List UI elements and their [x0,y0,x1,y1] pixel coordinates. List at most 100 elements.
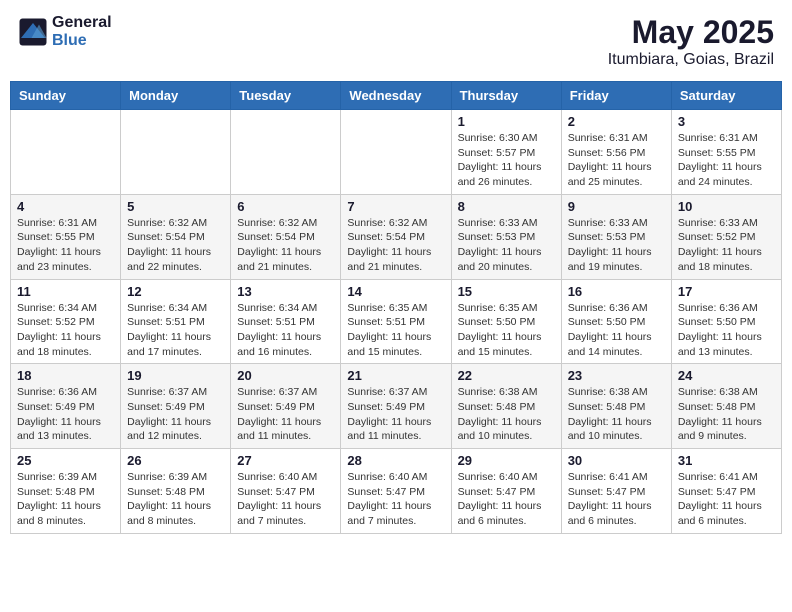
col-thursday: Thursday [451,82,561,110]
table-row: 28 Sunrise: 6:40 AM Sunset: 5:47 PM Dayli… [341,449,451,534]
day-info: Sunrise: 6:39 AM Sunset: 5:48 PM Dayligh… [127,470,224,529]
table-row: 22Sunrise: 6:38 AM Sunset: 5:48 PM Dayli… [451,364,561,449]
day-number: 2 [568,114,665,129]
day-info: Sunrise: 6:31 AM Sunset: 5:56 PM Dayligh… [568,131,665,190]
day-number: 19 [127,368,224,383]
day-info: Sunrise: 6:35 AM Sunset: 5:50 PM Dayligh… [458,301,555,360]
table-row: 30 Sunrise: 6:41 AM Sunset: 5:47 PM Dayli… [561,449,671,534]
day-info: Sunrise: 6:37 AM Sunset: 5:49 PM Dayligh… [347,385,444,444]
day-info: Sunrise: 6:38 AM Sunset: 5:48 PM Dayligh… [568,385,665,444]
col-tuesday: Tuesday [231,82,341,110]
day-number: 16 [568,284,665,299]
day-info: Sunrise: 6:41 AM Sunset: 5:47 PM Dayligh… [678,470,775,529]
day-number: 21 [347,368,444,383]
table-row: 18 Sunrise: 6:36 AM Sunset: 5:49 PM Dayli… [11,364,121,449]
day-number: 4 [17,199,114,214]
week-row-4: 18 Sunrise: 6:36 AM Sunset: 5:49 PM Dayli… [11,364,782,449]
table-row: 27 Sunrise: 6:40 AM Sunset: 5:47 PM Dayli… [231,449,341,534]
day-info: Sunrise: 6:33 AM Sunset: 5:52 PM Dayligh… [678,216,775,275]
col-wednesday: Wednesday [341,82,451,110]
day-info: Sunrise: 6:32 AM Sunset: 5:54 PM Dayligh… [237,216,334,275]
day-number: 23 [568,368,665,383]
day-number: 25 [17,453,114,468]
table-row: 7Sunrise: 6:32 AM Sunset: 5:54 PM Daylig… [341,194,451,279]
table-row: 15Sunrise: 6:35 AM Sunset: 5:50 PM Dayli… [451,279,561,364]
day-info: Sunrise: 6:31 AM Sunset: 5:55 PM Dayligh… [17,216,114,275]
day-number: 18 [17,368,114,383]
day-info: Sunrise: 6:36 AM Sunset: 5:50 PM Dayligh… [568,301,665,360]
day-number: 29 [458,453,555,468]
col-saturday: Saturday [671,82,781,110]
day-number: 9 [568,199,665,214]
day-info: Sunrise: 6:40 AM Sunset: 5:47 PM Dayligh… [347,470,444,529]
page-header: General Blue May 2025 Itumbiara, Goias, … [10,10,782,73]
table-row: 20 Sunrise: 6:37 AM Sunset: 5:49 PM Dayli… [231,364,341,449]
day-info: Sunrise: 6:41 AM Sunset: 5:47 PM Dayligh… [568,470,665,529]
day-number: 14 [347,284,444,299]
logo-icon [18,17,48,47]
table-row: 17 Sunrise: 6:36 AM Sunset: 5:50 PM Dayli… [671,279,781,364]
table-row: 23 Sunrise: 6:38 AM Sunset: 5:48 PM Dayli… [561,364,671,449]
day-info: Sunrise: 6:37 AM Sunset: 5:49 PM Dayligh… [237,385,334,444]
table-row: 31 Sunrise: 6:41 AM Sunset: 5:47 PM Dayli… [671,449,781,534]
day-info: Sunrise: 6:39 AM Sunset: 5:48 PM Dayligh… [17,470,114,529]
week-row-2: 4 Sunrise: 6:31 AM Sunset: 5:55 PM Daylig… [11,194,782,279]
table-row: 11 Sunrise: 6:34 AM Sunset: 5:52 PM Dayli… [11,279,121,364]
day-number: 20 [237,368,334,383]
day-number: 27 [237,453,334,468]
table-row: 1 Sunrise: 6:30 AM Sunset: 5:57 PM Daylig… [451,110,561,195]
table-row: 12 Sunrise: 6:34 AM Sunset: 5:51 PM Dayli… [121,279,231,364]
day-number: 28 [347,453,444,468]
table-row: 29 Sunrise: 6:40 AM Sunset: 5:47 PM Dayli… [451,449,561,534]
col-sunday: Sunday [11,82,121,110]
day-number: 1 [458,114,555,129]
day-info: Sunrise: 6:40 AM Sunset: 5:47 PM Dayligh… [237,470,334,529]
table-row: 16 Sunrise: 6:36 AM Sunset: 5:50 PM Dayli… [561,279,671,364]
day-info: Sunrise: 6:31 AM Sunset: 5:55 PM Dayligh… [678,131,775,190]
table-row [11,110,121,195]
table-row [231,110,341,195]
day-info: Sunrise: 6:36 AM Sunset: 5:50 PM Dayligh… [678,301,775,360]
day-info: Sunrise: 6:35 AM Sunset: 5:51 PM Dayligh… [347,301,444,360]
day-number: 7 [347,199,444,214]
col-friday: Friday [561,82,671,110]
table-row: 21 Sunrise: 6:37 AM Sunset: 5:49 PM Dayli… [341,364,451,449]
table-row: 8Sunrise: 6:33 AM Sunset: 5:53 PM Daylig… [451,194,561,279]
table-row: 24Sunrise: 6:38 AM Sunset: 5:48 PM Dayli… [671,364,781,449]
day-info: Sunrise: 6:34 AM Sunset: 5:52 PM Dayligh… [17,301,114,360]
day-number: 26 [127,453,224,468]
table-row: 25 Sunrise: 6:39 AM Sunset: 5:48 PM Dayli… [11,449,121,534]
calendar-header-row: Sunday Monday Tuesday Wednesday Thursday… [11,82,782,110]
table-row: 2 Sunrise: 6:31 AM Sunset: 5:56 PM Daylig… [561,110,671,195]
day-number: 31 [678,453,775,468]
day-number: 10 [678,199,775,214]
day-info: Sunrise: 6:40 AM Sunset: 5:47 PM Dayligh… [458,470,555,529]
table-row: 26 Sunrise: 6:39 AM Sunset: 5:48 PM Dayli… [121,449,231,534]
day-info: Sunrise: 6:30 AM Sunset: 5:57 PM Dayligh… [458,131,555,190]
day-info: Sunrise: 6:36 AM Sunset: 5:49 PM Dayligh… [17,385,114,444]
day-number: 24 [678,368,775,383]
day-number: 11 [17,284,114,299]
day-info: Sunrise: 6:33 AM Sunset: 5:53 PM Dayligh… [458,216,555,275]
logo: General Blue [18,14,112,50]
table-row: 5 Sunrise: 6:32 AM Sunset: 5:54 PM Daylig… [121,194,231,279]
day-number: 12 [127,284,224,299]
day-info: Sunrise: 6:32 AM Sunset: 5:54 PM Dayligh… [127,216,224,275]
day-info: Sunrise: 6:34 AM Sunset: 5:51 PM Dayligh… [127,301,224,360]
table-row: 19Sunrise: 6:37 AM Sunset: 5:49 PM Dayli… [121,364,231,449]
day-number: 6 [237,199,334,214]
logo-text: General Blue [52,14,112,50]
table-row: 9 Sunrise: 6:33 AM Sunset: 5:53 PM Daylig… [561,194,671,279]
day-info: Sunrise: 6:33 AM Sunset: 5:53 PM Dayligh… [568,216,665,275]
day-number: 30 [568,453,665,468]
month-title: May 2025 [608,14,774,51]
location-title: Itumbiara, Goias, Brazil [608,51,774,69]
table-row [121,110,231,195]
day-info: Sunrise: 6:34 AM Sunset: 5:51 PM Dayligh… [237,301,334,360]
title-section: May 2025 Itumbiara, Goias, Brazil [608,14,774,69]
day-number: 3 [678,114,775,129]
table-row [341,110,451,195]
day-number: 5 [127,199,224,214]
day-info: Sunrise: 6:38 AM Sunset: 5:48 PM Dayligh… [458,385,555,444]
day-number: 17 [678,284,775,299]
